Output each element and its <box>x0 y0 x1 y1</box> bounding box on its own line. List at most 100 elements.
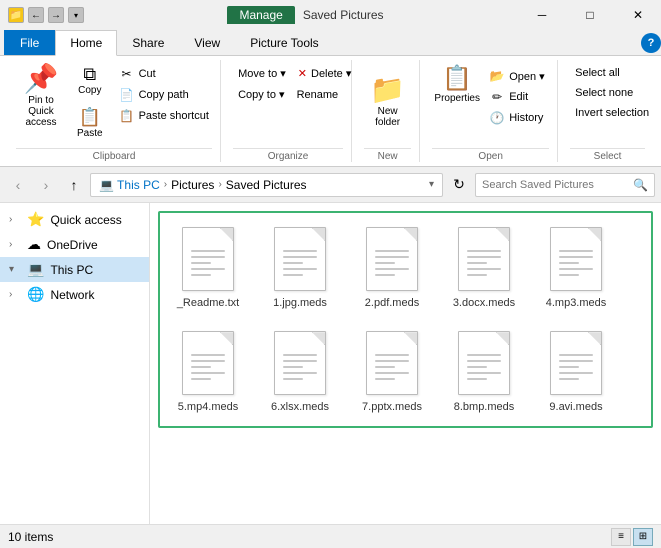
sidebar-item-this-pc[interactable]: ▾ 💻 This PC <box>0 257 149 282</box>
organize-label: Organize <box>233 148 343 162</box>
history-button[interactable]: 🕐 History <box>484 108 550 128</box>
file-line-2 <box>559 256 593 258</box>
file-line-2 <box>559 360 593 362</box>
file-line-3 <box>191 262 211 264</box>
cut-button[interactable]: ✂ Cut <box>114 64 214 84</box>
new-label: New <box>364 148 411 162</box>
file-line-1 <box>559 354 593 356</box>
quick-access-icon: ⭐ <box>27 211 44 228</box>
file-line-3 <box>559 262 579 264</box>
search-box[interactable]: 🔍 <box>475 173 655 197</box>
up-button[interactable]: ↑ <box>62 173 86 197</box>
file-line-5 <box>283 378 303 380</box>
pin-label: Pin to Quick access <box>25 95 57 128</box>
minimize-button[interactable]: ─ <box>519 0 565 30</box>
edit-label: Edit <box>509 91 528 103</box>
invert-selection-button[interactable]: Invert selection <box>570 104 645 122</box>
select-none-button[interactable]: Select none <box>570 84 645 102</box>
file-icon-lines <box>551 234 601 284</box>
file-icon-page <box>366 331 418 395</box>
file-icon-page <box>182 331 234 395</box>
file-line-1 <box>375 250 409 252</box>
sidebar-item-quick-access[interactable]: › ⭐ Quick access <box>0 207 149 232</box>
file-line-3 <box>467 262 487 264</box>
file-icon-lines <box>551 338 601 388</box>
properties-button[interactable]: 📋 Properties <box>432 62 482 109</box>
path-saved-pictures[interactable]: Saved Pictures <box>226 178 307 192</box>
file-item[interactable]: 6.xlsx.meds <box>256 321 344 421</box>
file-item[interactable]: 4.mp3.meds <box>532 217 620 317</box>
tab-home[interactable]: Home <box>55 30 117 56</box>
file-item[interactable]: 8.bmp.meds <box>440 321 528 421</box>
forward-icon[interactable]: → <box>48 7 64 23</box>
path-pictures[interactable]: Pictures <box>171 178 214 192</box>
rename-button[interactable]: Rename <box>292 85 344 104</box>
delete-icon: ✕ <box>298 67 307 80</box>
open-button[interactable]: 📂 Open ▾ <box>484 66 550 86</box>
quick-access-icon[interactable]: ← <box>28 7 44 23</box>
back-button[interactable]: ‹ <box>6 173 30 197</box>
sidebar-item-onedrive[interactable]: › ☁ OneDrive <box>0 232 149 257</box>
file-name: 2.pdf.meds <box>365 296 419 310</box>
tab-picture-tools[interactable]: Picture Tools <box>235 30 333 55</box>
file-icon-wrapper <box>454 328 514 398</box>
paste-label: Paste <box>77 128 103 139</box>
file-item[interactable]: 2.pdf.meds <box>348 217 436 317</box>
sidebar: › ⭐ Quick access › ☁ OneDrive ▾ 💻 This P… <box>0 203 150 524</box>
file-icon-lines <box>275 234 325 284</box>
file-item[interactable]: 1.jpg.meds <box>256 217 344 317</box>
file-item[interactable]: _Readme.txt <box>164 217 252 317</box>
edit-button[interactable]: ✏ Edit <box>484 87 550 107</box>
paste-button[interactable]: 📋 Paste <box>68 103 112 144</box>
move-to-button[interactable]: Move to ▾ <box>233 64 291 83</box>
file-item[interactable]: 7.pptx.meds <box>348 321 436 421</box>
refresh-button[interactable]: ↻ <box>447 173 471 197</box>
dropdown-icon[interactable]: ▾ <box>68 7 84 23</box>
file-line-4 <box>375 372 409 374</box>
search-input[interactable] <box>482 179 629 191</box>
file-line-4 <box>559 268 593 270</box>
copy-path-label: Copy path <box>139 89 189 101</box>
address-path[interactable]: 💻 This PC › Pictures › Saved Pictures ▾ <box>90 173 443 197</box>
file-item[interactable]: 9.avi.meds <box>532 321 620 421</box>
file-icon-lines <box>367 338 417 388</box>
this-pc-expand: ▾ <box>9 264 21 275</box>
tab-view[interactable]: View <box>179 30 235 55</box>
maximize-button[interactable]: □ <box>567 0 613 30</box>
file-name: 6.xlsx.meds <box>271 400 329 414</box>
window-title: Saved Pictures <box>303 8 384 22</box>
manage-tab-label[interactable]: Manage <box>227 6 294 24</box>
file-item[interactable]: 3.docx.meds <box>440 217 528 317</box>
file-line-1 <box>191 250 225 252</box>
file-icon-page <box>550 331 602 395</box>
grid-view-button[interactable]: ⊞ <box>633 528 653 546</box>
list-view-button[interactable]: ≡ <box>611 528 631 546</box>
path-this-pc[interactable]: 💻 This PC <box>99 178 160 192</box>
select-all-button[interactable]: Select all <box>570 64 645 82</box>
cut-icon: ✂ <box>119 67 135 81</box>
file-icon-lines <box>367 234 417 284</box>
paste-icon: 📋 <box>79 108 101 126</box>
file-icon-page <box>182 227 234 291</box>
move-to-label: Move to ▾ <box>238 67 286 80</box>
copy-path-button[interactable]: 📄 Copy path <box>114 85 214 105</box>
file-line-4 <box>283 268 317 270</box>
copy-button[interactable]: ⧉ Copy <box>68 60 112 101</box>
path-sep-1: › <box>164 179 167 190</box>
forward-nav-button[interactable]: › <box>34 173 58 197</box>
help-icon[interactable]: ? <box>641 33 661 53</box>
search-icon[interactable]: 🔍 <box>633 178 648 192</box>
new-folder-button[interactable]: 📁 New folder <box>363 71 413 133</box>
tab-file[interactable]: File <box>4 30 55 55</box>
file-item[interactable]: 5.mp4.meds <box>164 321 252 421</box>
copy-to-button[interactable]: Copy to ▾ <box>233 85 290 104</box>
close-button[interactable]: ✕ <box>615 0 661 30</box>
sidebar-item-network[interactable]: › 🌐 Network <box>0 282 149 307</box>
pin-button[interactable]: 📌 Pin to Quick access <box>16 60 66 133</box>
file-line-2 <box>467 360 501 362</box>
paste-shortcut-button[interactable]: 📋 Paste shortcut <box>114 106 214 126</box>
tab-share[interactable]: Share <box>117 30 179 55</box>
path-dropdown-icon[interactable]: ▾ <box>429 179 434 190</box>
delete-button[interactable]: ✕ Delete ▾ <box>293 64 357 83</box>
cut-label: Cut <box>139 68 156 80</box>
